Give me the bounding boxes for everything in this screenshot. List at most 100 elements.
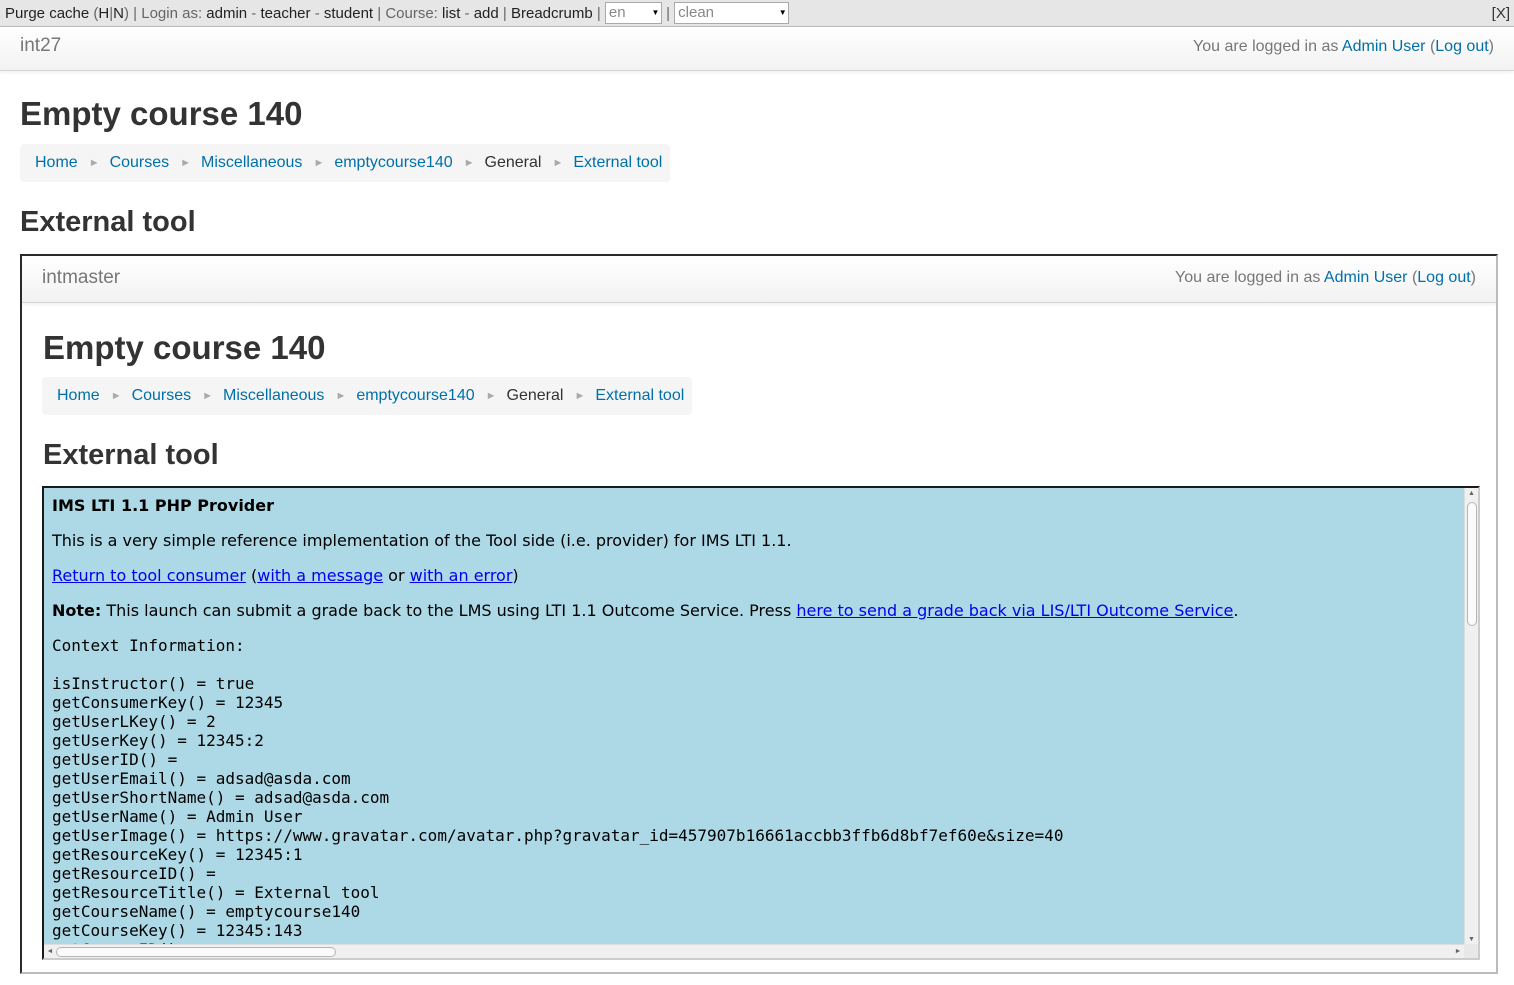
scroll-up-icon[interactable]: ▲ <box>1465 488 1478 500</box>
embedded-breadcrumb-miscellaneous[interactable]: Miscellaneous <box>223 387 324 404</box>
scroll-left-icon[interactable]: ◄ <box>44 945 56 958</box>
developer-toolbar: Purge cache (H|N) | Login as: admin - te… <box>0 0 1514 27</box>
breadcrumb-separator-icon: ► <box>88 157 100 169</box>
context-line: getUserID() = <box>52 750 178 769</box>
note-text: This launch can submit a grade back to t… <box>101 601 797 620</box>
scroll-corner <box>1464 944 1478 958</box>
embedded-login-info: You are logged in as Admin User (Log out… <box>1175 269 1476 286</box>
context-line: getResourceTitle() = External tool <box>52 883 380 902</box>
context-line: getResourceID() = <box>52 864 216 883</box>
breadcrumb-separator-icon: ► <box>313 157 325 169</box>
embedded-login-info-label: You are logged in as <box>1175 269 1324 286</box>
embedded-breadcrumb: Home ► Courses ► Miscellaneous ► emptycourse14… <box>42 377 692 415</box>
embedded-site-navbar: intmaster You are logged in as Admin Use… <box>22 256 1496 303</box>
separator: - <box>247 5 261 22</box>
breadcrumb-separator-icon: ► <box>110 390 122 402</box>
return-links: Return to tool consumer (with a message … <box>52 566 519 585</box>
context-heading: Context Information: <box>52 636 245 655</box>
breadcrumb-separator-icon: ► <box>552 157 564 169</box>
login-info-label: You are logged in as <box>1193 38 1342 55</box>
breadcrumb-course[interactable]: emptycourse140 <box>334 154 452 171</box>
embedded-breadcrumb-home[interactable]: Home <box>57 387 100 404</box>
embedded-breadcrumb-section: General <box>506 387 564 404</box>
context-line: getResourceKey() = 12345:1 <box>52 845 303 864</box>
theme-select-value: clean <box>678 4 715 22</box>
outcome-note: Note: This launch can submit a grade bac… <box>52 601 1239 620</box>
context-line: getUserKey() = 12345:2 <box>52 731 264 750</box>
return-to-consumer-link[interactable]: Return to tool consumer <box>52 566 246 585</box>
context-line: getConsumerKey() = 12345 <box>52 693 284 712</box>
return-with-error-link[interactable]: with an error <box>410 566 513 585</box>
note-label: Note: <box>52 601 102 620</box>
site-navbar: int27 You are logged in as Admin User (L… <box>0 27 1514 71</box>
login-as-label: Login as: <box>141 5 207 22</box>
logout-link[interactable]: Log out <box>1435 38 1488 55</box>
course-list-link[interactable]: list <box>442 5 460 22</box>
embedded-activity-title: External tool <box>43 439 219 471</box>
dropdown-arrow-icon: ▼ <box>778 8 787 18</box>
lti-provider-content: IMS LTI 1.1 PHP Provider This is a very … <box>52 488 1462 946</box>
breadcrumb-separator-icon: ► <box>485 390 497 402</box>
separator: | <box>592 5 605 22</box>
breadcrumb-miscellaneous[interactable]: Miscellaneous <box>201 154 302 171</box>
context-line: getUserEmail() = adsad@asda.com <box>52 769 351 788</box>
breadcrumb-home[interactable]: Home <box>35 154 78 171</box>
separator: - <box>310 5 324 22</box>
purge-cache-n-link[interactable]: N <box>113 5 124 22</box>
provider-heading: IMS LTI 1.1 PHP Provider <box>52 496 274 515</box>
login-as-teacher-link[interactable]: teacher <box>260 5 310 22</box>
provider-intro: This is a very simple reference implemen… <box>52 531 792 550</box>
login-as-admin-link[interactable]: admin <box>206 5 247 22</box>
context-line: getCourseName() = emptycourse140 <box>52 902 361 921</box>
context-info: isInstructor() = true getConsumerKey() = … <box>52 674 1063 946</box>
course-label: Course: <box>385 5 443 22</box>
embedded-breadcrumb-courses[interactable]: Courses <box>132 387 192 404</box>
dropdown-arrow-icon: ▼ <box>651 8 660 18</box>
breadcrumb-separator-icon: ► <box>202 390 214 402</box>
separator: | <box>498 5 511 22</box>
language-select-value: en <box>608 4 626 22</box>
separator: | <box>129 5 142 22</box>
return-with-message-link[interactable]: with a message <box>257 566 383 585</box>
close-toolbar-button[interactable]: [X] <box>1492 0 1510 27</box>
context-line: isInstructor() = true <box>52 674 255 693</box>
breadcrumb-courses[interactable]: Courses <box>110 154 170 171</box>
breadcrumb-separator-icon: ► <box>180 157 192 169</box>
theme-select[interactable]: clean ▼ <box>674 2 790 25</box>
purge-cache-link[interactable]: Purge cache <box>5 5 89 22</box>
embedded-user-profile-link[interactable]: Admin User <box>1324 269 1408 286</box>
lti-provider-frame[interactable]: IMS LTI 1.1 PHP Provider This is a very … <box>42 486 1480 960</box>
breadcrumb-tool-link[interactable]: Breadcrumb <box>511 5 593 22</box>
login-as-student-link[interactable]: student <box>324 5 373 22</box>
breadcrumb-section: General <box>484 154 542 171</box>
language-select[interactable]: en ▼ <box>604 2 662 25</box>
or-text: or <box>383 566 410 585</box>
embedded-breadcrumb-activity[interactable]: External tool <box>595 387 684 404</box>
course-add-link[interactable]: add <box>474 5 499 22</box>
embedded-site-name-link[interactable]: intmaster <box>42 267 120 289</box>
separator: | <box>661 5 675 22</box>
scroll-right-icon[interactable]: ► <box>1452 945 1464 958</box>
context-line: getCourseKey() = 12345:143 <box>52 921 303 940</box>
horizontal-scroll-thumb[interactable] <box>56 947 336 957</box>
purge-cache-h-link[interactable]: H <box>98 5 109 22</box>
context-line: getUserLKey() = 2 <box>52 712 216 731</box>
embedded-page-title: Empty course 140 <box>43 329 326 366</box>
context-line: getUserName() = Admin User <box>52 807 303 826</box>
send-grade-link[interactable]: here to send a grade back via LIS/LTI Ou… <box>796 601 1233 620</box>
separator: | <box>373 5 386 22</box>
breadcrumb-separator-icon: ► <box>463 157 475 169</box>
external-tool-frame[interactable]: intmaster You are logged in as Admin Use… <box>20 254 1498 974</box>
breadcrumb: Home ► Courses ► Miscellaneous ► emptycourse14… <box>20 144 670 182</box>
activity-title: External tool <box>20 206 196 238</box>
breadcrumb-separator-icon: ► <box>335 390 347 402</box>
horizontal-scrollbar[interactable]: ◄ ► <box>44 944 1464 958</box>
embedded-logout-link[interactable]: Log out <box>1417 269 1470 286</box>
breadcrumb-activity[interactable]: External tool <box>573 154 662 171</box>
site-name-link[interactable]: int27 <box>20 35 61 57</box>
vertical-scrollbar[interactable]: ▲ ▼ <box>1464 488 1478 946</box>
vertical-scroll-thumb[interactable] <box>1467 502 1477 626</box>
embedded-breadcrumb-course[interactable]: emptycourse140 <box>356 387 474 404</box>
separator: - <box>460 5 474 22</box>
user-profile-link[interactable]: Admin User <box>1342 38 1426 55</box>
